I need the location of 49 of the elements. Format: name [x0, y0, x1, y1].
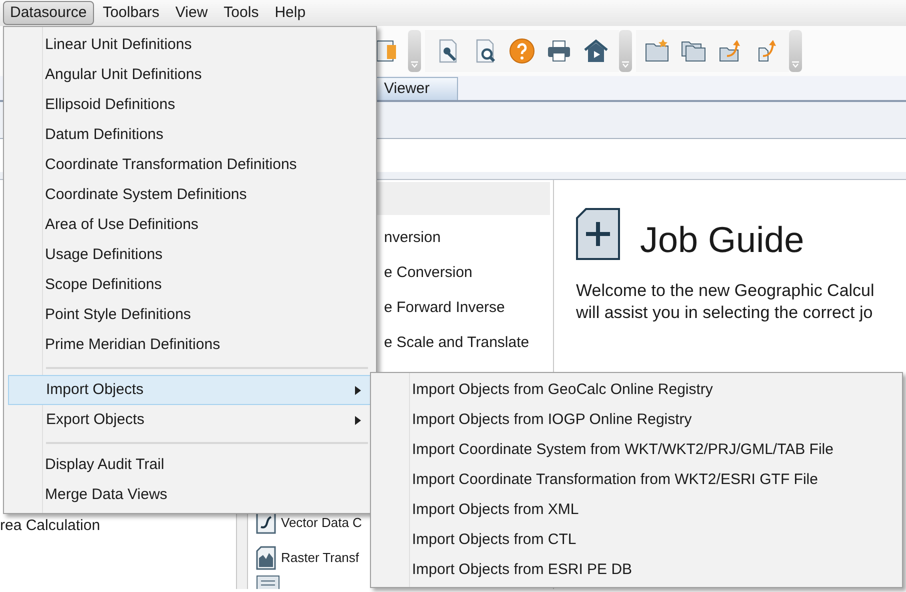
menu-option[interactable]: Area of Use Definitions: [45, 214, 198, 236]
menu-option[interactable]: Import Objects from XML: [371, 495, 902, 525]
menu-option[interactable]: Import Objects from IOGP Online Registry: [371, 405, 902, 435]
submenu-item[interactable]: Import Objects: [8, 375, 372, 405]
help-icon[interactable]: [507, 36, 537, 66]
menu-item[interactable]: View: [168, 1, 215, 25]
job-item[interactable]: Vector Data C: [281, 512, 362, 532]
menu-option[interactable]: Linear Unit Definitions: [45, 34, 192, 56]
body-text: Welcome to the new Geographic Calcul: [576, 280, 876, 302]
menu-option[interactable]: Coordinate Transformation Definitions: [45, 154, 297, 176]
menu-item[interactable]: Help: [268, 1, 313, 25]
menu-item[interactable]: Toolbars: [96, 1, 166, 25]
job-item[interactable]: nversion: [384, 227, 441, 250]
menu-option[interactable]: Import Coordinate Transformation from WKT2/ESRI GTF File: [371, 465, 902, 495]
job-item[interactable]: e Forward Inverse: [384, 297, 505, 320]
menu-item[interactable]: Datasource: [3, 1, 94, 25]
toolbar-grip[interactable]: [619, 30, 632, 72]
message-icon: [256, 575, 280, 589]
tree-item[interactable]: rea Calculation: [0, 515, 236, 537]
chevron-icon: [411, 61, 418, 68]
chevron-icon: [622, 61, 629, 68]
toolbar-grip[interactable]: [408, 30, 421, 72]
body-text: will assist you in selecting the correct jo: [576, 302, 874, 324]
submenu-arrow-icon: [355, 416, 361, 424]
add-document-icon: [576, 208, 620, 260]
menu-option[interactable]: Angular Unit Definitions: [45, 64, 202, 86]
job-item[interactable]: e Scale and Translate: [384, 332, 530, 355]
job-item[interactable]: e Conversion: [384, 262, 472, 285]
menu-option[interactable]: Ellipsoid Definitions: [45, 94, 176, 116]
job-item[interactable]: Raster Transf: [281, 548, 360, 568]
menu-option[interactable]: Datum Definitions: [45, 124, 164, 146]
menu-option[interactable]: Import Coordinate System from WKT/WKT2/PRJ/GML/TAB File: [371, 435, 902, 465]
chevron-icon: [792, 61, 799, 68]
chart-document-icon: [256, 546, 276, 570]
page-title: Job Guide: [640, 222, 804, 260]
menu-option[interactable]: Import Objects from GeoCalc Online Registry: [371, 375, 902, 405]
menu-item[interactable]: Tools: [216, 1, 266, 25]
menu-option[interactable]: Display Audit Trail: [45, 454, 164, 476]
menu-option[interactable]: Coordinate System Definitions: [45, 184, 247, 206]
submenu-arrow-icon: [355, 386, 361, 394]
menu-option[interactable]: Merge Data Views: [45, 484, 168, 506]
toolbar-grip[interactable]: [789, 30, 802, 72]
menu-option[interactable]: Prime Meridian Definitions: [45, 334, 220, 356]
submenu-item[interactable]: Export Objects: [8, 405, 372, 435]
menu-option[interactable]: Usage Definitions: [45, 244, 163, 266]
menu-option[interactable]: Import Objects from CTL: [371, 525, 902, 555]
menu-option[interactable]: Point Style Definitions: [45, 304, 191, 326]
menu-option[interactable]: Scope Definitions: [45, 274, 162, 296]
menu-option[interactable]: Import Objects from ESRI PE DB: [371, 555, 902, 585]
